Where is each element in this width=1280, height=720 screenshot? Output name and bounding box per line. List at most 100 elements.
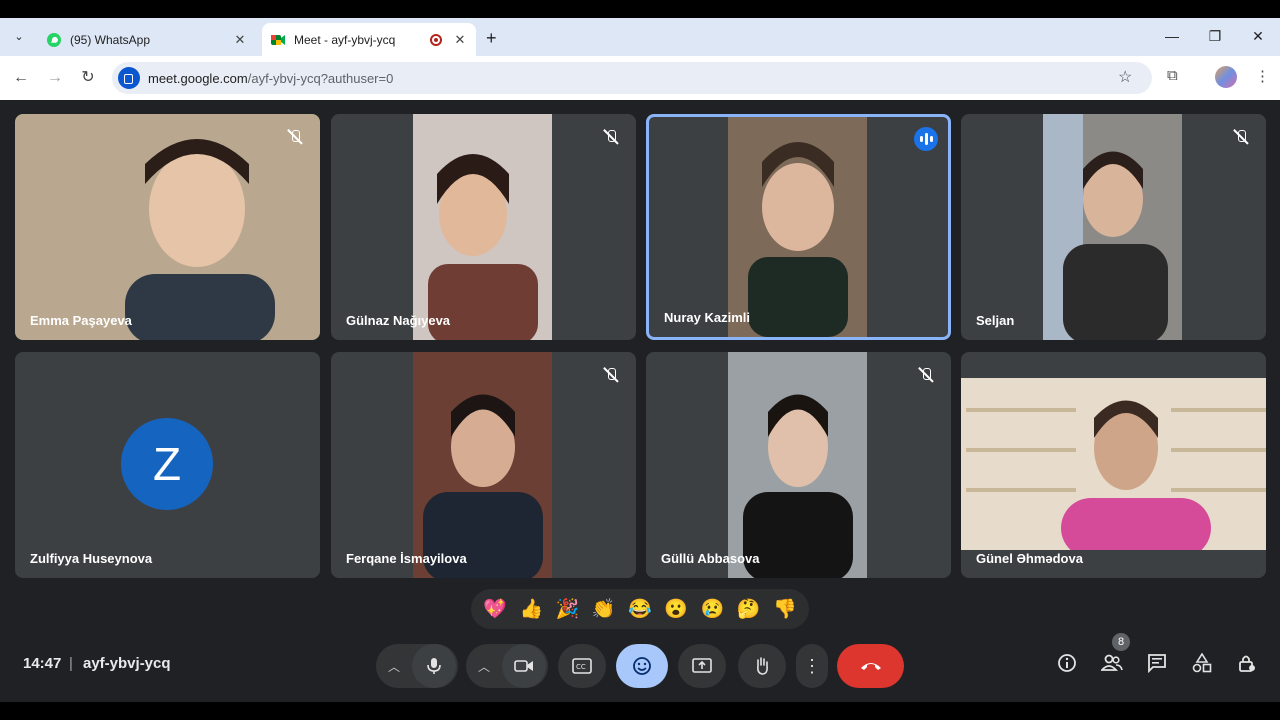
- participant-name: Gülnaz Nağıyeva: [346, 313, 451, 328]
- participant-avatar: Z: [121, 418, 213, 510]
- participant-name: Ferqane İsmayilova: [346, 551, 467, 566]
- meeting-code: ayf-ybvj-ycq: [83, 655, 171, 672]
- camera-icon: [514, 660, 533, 672]
- reaction-surprised[interactable]: 😮: [664, 597, 688, 621]
- footer-separator: |: [69, 655, 73, 672]
- reaction-laughing[interactable]: 😂: [628, 597, 652, 621]
- tab-title: Meet - ayf-ybvj-ycq: [294, 32, 396, 47]
- participant-video: [728, 352, 867, 578]
- restore-icon[interactable]: ❐: [1205, 28, 1225, 45]
- more-vert-icon: ⋮: [803, 655, 821, 676]
- tab-title: (95) WhatsApp: [70, 32, 151, 47]
- address-bar[interactable]: meet.google.com/ayf-ybvj-ycq?authuser=0: [112, 62, 1152, 94]
- participant-name: Emma Paşayeva: [30, 313, 132, 328]
- close-tab-icon[interactable]: ✕: [232, 32, 248, 48]
- participant-tile[interactable]: Günel Əhmədova: [961, 352, 1266, 578]
- reload-icon[interactable]: ↻: [77, 67, 99, 89]
- menu-kebab-icon[interactable]: ⋮: [1255, 67, 1270, 85]
- url-host: meet.google.com: [148, 70, 248, 86]
- url-text[interactable]: meet.google.com/ayf-ybvj-ycq?authuser=0: [148, 71, 393, 86]
- mic-off-icon: [286, 128, 304, 146]
- tab-strip: ⌄ (95) WhatsApp ✕ Meet - ayf-ybvj-ycq ✕ …: [0, 18, 1280, 56]
- tab-whatsapp[interactable]: (95) WhatsApp ✕: [38, 23, 256, 56]
- participant-tile-active-speaker[interactable]: Nuray Kazimli: [646, 114, 951, 340]
- audio-settings-chevron-icon[interactable]: ︿: [376, 658, 412, 675]
- mic-off-icon: [917, 366, 935, 384]
- tab-search-dropdown-icon[interactable]: ⌄: [8, 26, 30, 48]
- mic-off-icon: [602, 366, 620, 384]
- window-top-edge: [0, 0, 1280, 18]
- mic-off-icon: [1232, 128, 1250, 146]
- window-bottom-edge: [0, 702, 1280, 720]
- participant-tile[interactable]: Z Zulfiyya Huseynova: [15, 352, 320, 578]
- recording-indicator-icon: [430, 33, 442, 46]
- reaction-thumbs-down[interactable]: 👎: [773, 597, 797, 621]
- smiley-icon: [633, 657, 651, 675]
- send-reaction-button[interactable]: [616, 644, 668, 688]
- participant-name: Zulfiyya Huseynova: [30, 551, 153, 566]
- participant-tile[interactable]: Seljan: [961, 114, 1266, 340]
- camera-button[interactable]: [502, 644, 546, 688]
- whatsapp-icon: [46, 32, 62, 48]
- profile-avatar[interactable]: [1215, 66, 1237, 88]
- participant-tile[interactable]: Ferqane İsmayilova: [331, 352, 636, 578]
- more-options-button[interactable]: ⋮: [796, 644, 828, 688]
- tab-google-meet[interactable]: Meet - ayf-ybvj-ycq ✕: [262, 23, 476, 56]
- reaction-thumbs-up[interactable]: 👍: [519, 597, 543, 621]
- captions-icon: CC: [572, 658, 592, 674]
- video-settings-chevron-icon[interactable]: ︿: [466, 658, 502, 675]
- forward-arrow-icon[interactable]: →: [44, 67, 66, 89]
- reaction-party-popper[interactable]: 🎉: [556, 597, 580, 621]
- participant-tile[interactable]: Güllü Abbasova: [646, 352, 951, 578]
- participant-name: Seljan: [976, 313, 1015, 328]
- participant-video: [413, 114, 552, 340]
- participant-tile[interactable]: Emma Paşayeva: [15, 114, 320, 340]
- site-info-icon[interactable]: [118, 67, 140, 89]
- minimize-icon[interactable]: —: [1162, 28, 1182, 44]
- hang-up-phone-icon: [860, 663, 881, 670]
- participant-name: Güllü Abbasova: [661, 551, 760, 566]
- chat-icon[interactable]: [1145, 653, 1169, 677]
- mic-off-icon: [602, 128, 620, 146]
- url-path: /ayf-ybvj-ycq?authuser=0: [247, 70, 394, 86]
- new-tab-plus-icon[interactable]: +: [486, 28, 497, 49]
- host-controls-lock-icon[interactable]: [1235, 653, 1259, 677]
- leave-call-button[interactable]: [837, 644, 904, 688]
- reaction-thinking[interactable]: 🤔: [737, 597, 761, 621]
- raise-hand-button[interactable]: [738, 644, 786, 688]
- reaction-crying[interactable]: 😢: [701, 597, 725, 621]
- camera-control-group: ︿: [466, 644, 548, 688]
- speaking-indicator-icon: [914, 127, 938, 151]
- participant-count-badge: 8: [1112, 633, 1130, 651]
- browser-toolbar: ← → ↻ meet.google.com/ayf-ybvj-ycq?authu…: [0, 56, 1280, 100]
- meeting-time: 14:47: [23, 655, 62, 672]
- activities-shapes-icon[interactable]: [1190, 652, 1214, 677]
- people-icon[interactable]: [1100, 653, 1124, 677]
- close-window-icon[interactable]: ✕: [1248, 28, 1268, 45]
- participant-video: [961, 378, 1266, 558]
- google-meet-icon: [270, 32, 286, 48]
- extensions-puzzle-icon[interactable]: ⧉: [1167, 67, 1178, 84]
- close-tab-icon[interactable]: ✕: [452, 32, 468, 48]
- participant-name: Günel Əhmədova: [976, 551, 1083, 566]
- participant-video: [15, 114, 320, 340]
- participant-video: [728, 117, 867, 337]
- back-arrow-icon[interactable]: ←: [10, 67, 32, 89]
- reaction-sparkling-heart[interactable]: 💖: [483, 597, 507, 621]
- present-icon: [692, 658, 712, 673]
- microphone-button[interactable]: [412, 644, 456, 688]
- participant-video: [413, 352, 552, 578]
- mic-control-group: ︿: [376, 644, 458, 688]
- bookmark-star-icon[interactable]: ☆: [1118, 67, 1132, 87]
- participant-name: Nuray Kazimli: [664, 310, 750, 325]
- reactions-bar: 💖 👍 🎉 👏 😂 😮 😢 🤔 👎: [471, 589, 809, 629]
- microphone-icon: [427, 658, 441, 674]
- meet-stage: Emma Paşayeva Gülnaz Nağıyeva Nuray Kazi…: [0, 100, 1280, 702]
- participant-tile[interactable]: Gülnaz Nağıyeva: [331, 114, 636, 340]
- present-screen-button[interactable]: [678, 644, 726, 688]
- meeting-details-info-icon[interactable]: [1055, 653, 1079, 677]
- hand-icon: [757, 657, 768, 675]
- captions-button[interactable]: CC: [558, 644, 606, 688]
- reaction-clapping[interactable]: 👏: [592, 597, 616, 621]
- participant-video: [1043, 114, 1182, 340]
